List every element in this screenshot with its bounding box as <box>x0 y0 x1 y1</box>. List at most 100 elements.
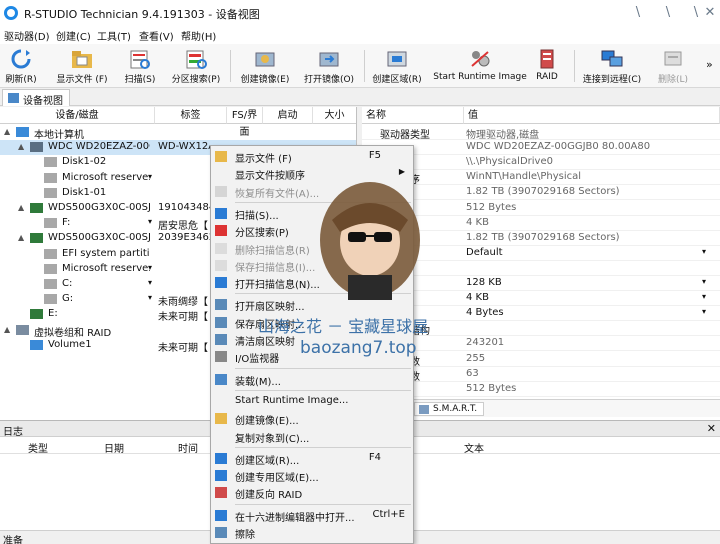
context-menu-item[interactable]: 保存扫描信息(I)... <box>211 257 413 274</box>
dropdown-arrow-icon[interactable]: ▾ <box>702 307 706 316</box>
expand-toggle-icon[interactable]: ▲ <box>18 142 24 151</box>
tree-row-label: 1910434848 <box>158 202 210 213</box>
tree-row[interactable]: ▲ 本地计算机 <box>0 125 356 141</box>
menu-help[interactable]: 帮助(H) <box>181 28 216 43</box>
delete-button[interactable]: 删除(L) <box>654 46 692 86</box>
context-menu-item[interactable]: 创建区域(R)... F4 <box>211 450 413 467</box>
context-menu-item[interactable]: 创建镜像(E)... <box>211 410 413 427</box>
property-value: 1.82 TB (3907029168 Sectors) <box>466 231 620 243</box>
property-row: 对象\\.\PhysicalDrive0 <box>362 155 720 171</box>
context-menu-label: 在十六进制编辑器中打开... <box>235 512 355 524</box>
create-region-button[interactable]: 创建区域(R) <box>368 46 426 86</box>
scan-button[interactable]: 扫描(S) <box>120 46 160 86</box>
erase-icon <box>215 527 227 538</box>
column-header-fs[interactable]: FS/界面 <box>227 107 263 138</box>
property-value[interactable]: Default <box>466 247 503 258</box>
property-value: 63 <box>466 367 479 379</box>
context-menu-item[interactable]: 复制对象到(C)... <box>211 428 413 445</box>
tree-row-name: C: <box>62 278 73 289</box>
connect-remote-button[interactable]: 连接到远程(C) <box>580 46 644 86</box>
dropdown-arrow-icon[interactable]: ▾ <box>148 172 152 181</box>
context-menu-item[interactable]: 打开扇区映射... <box>211 296 413 313</box>
context-menu-item[interactable]: 恢复所有文件(A)... <box>211 183 413 200</box>
raid-button[interactable]: RAID <box>532 46 562 86</box>
toolbar-overflow-button[interactable]: » <box>706 58 713 71</box>
column-header-device[interactable]: 设备/磁盘 <box>0 107 155 124</box>
column-header-name[interactable]: 名称 <box>362 107 464 124</box>
computer-icon <box>16 127 29 137</box>
dropdown-arrow-icon[interactable]: ▾ <box>702 277 706 286</box>
partition-search-button[interactable]: 分区搜索(P) <box>168 46 224 86</box>
close-button[interactable]: ✕ <box>700 4 720 22</box>
context-menu-label: 显示文件按顺序 <box>235 171 305 183</box>
column-header-size[interactable]: 大小 <box>313 107 356 124</box>
context-menu-item[interactable]: 显示文件 (F) F5 <box>211 148 413 165</box>
property-row: WDC WD20EZAZ-00GGJB0 80.00A80 <box>362 140 720 156</box>
menu-tools[interactable]: 工具(T) <box>97 28 131 43</box>
region-icon <box>387 51 407 67</box>
context-menu-item[interactable]: 打开扫描信息(N)... <box>211 274 413 291</box>
dropdown-arrow-icon[interactable]: ▾ <box>148 217 152 226</box>
dropdown-arrow-icon[interactable]: ▾ <box>702 247 706 256</box>
log-close-button[interactable]: ✕ <box>707 422 716 435</box>
part-icon <box>44 263 57 274</box>
tab-smart[interactable]: S.M.A.R.T. <box>414 402 485 416</box>
log-column-text[interactable]: 文本 <box>464 440 484 455</box>
context-menu-item[interactable]: 显示文件按顺序 ▶ <box>211 165 413 182</box>
context-menu-item[interactable]: 创建反向 RAID <box>211 484 413 501</box>
tab-device-view[interactable]: 设备视图 <box>2 89 70 107</box>
context-menu-item[interactable]: 装载(M)... <box>211 371 413 388</box>
menu-create[interactable]: 创建(C) <box>56 28 91 43</box>
property-value: 512 Bytes <box>466 382 517 394</box>
context-menu-item[interactable]: 扫描(S)... <box>211 205 413 222</box>
context-menu-item[interactable]: 擦除 <box>211 524 413 541</box>
minimize-button[interactable]: \ <box>628 4 648 22</box>
context-menu-item[interactable]: Start Runtime Image... <box>211 393 413 410</box>
log-column-type[interactable]: 类型 <box>28 440 48 455</box>
open-image-button[interactable]: 打开镜像(O) <box>300 46 358 86</box>
dropdown-arrow-icon[interactable]: ▾ <box>148 263 152 272</box>
context-menu-item[interactable]: 在十六进制编辑器中打开... Ctrl+E <box>211 507 413 524</box>
io-icon <box>215 351 227 363</box>
expand-toggle-icon[interactable]: ▲ <box>18 203 24 212</box>
property-value: WinNT\Handle\Physical <box>466 171 582 183</box>
start-runtime-image-button[interactable]: Start Runtime Image <box>432 46 528 86</box>
window-title: R-STUDIO Technician 9.4.191303 - 设备视图 <box>24 8 260 21</box>
tree-row-name: Disk1-01 <box>62 186 107 198</box>
context-menu-label: 打开扇区映射... <box>235 302 305 314</box>
restore-button[interactable]: \ <box>658 4 678 22</box>
part-icon <box>44 279 57 289</box>
dropdown-arrow-icon[interactable]: ▾ <box>148 278 152 287</box>
log-column-time[interactable]: 时间 <box>178 440 198 455</box>
log-column-date[interactable]: 日期 <box>104 440 124 455</box>
property-value: WDC WD20EZAZ-00GGJB0 80.00A80 <box>466 141 651 153</box>
column-header-label[interactable]: 标签 <box>155 107 227 124</box>
create-image-button[interactable]: 创建镜像(E) <box>236 46 294 86</box>
menu-view[interactable]: 查看(V) <box>139 28 174 43</box>
raid-icon <box>215 487 227 499</box>
context-menu-item[interactable]: 创建专用区域(E)... <box>211 467 413 484</box>
menu-drives[interactable]: 驱动器(D) <box>4 28 50 43</box>
context-menu-item[interactable]: 分区搜索(P) <box>211 222 413 239</box>
region-icon <box>215 452 227 464</box>
dropdown-arrow-icon[interactable]: ▾ <box>702 292 706 301</box>
shortcut-text: F4 <box>368 451 381 463</box>
region-icon <box>215 470 227 482</box>
dropdown-arrow-icon[interactable]: ▾ <box>148 293 152 302</box>
refresh-button[interactable]: 刷新(R) <box>2 46 40 86</box>
expand-toggle-icon[interactable]: ▲ <box>18 233 24 242</box>
show-files-button[interactable]: 显示文件 (F) <box>50 46 114 86</box>
log-title: 日志 <box>3 427 23 438</box>
column-header-value[interactable]: 值 <box>464 107 720 124</box>
context-menu-label: 创建区域(R)... <box>235 455 300 467</box>
property-value[interactable]: 4 KB <box>466 292 489 303</box>
menu-separator <box>235 446 411 448</box>
context-menu-label: Start Runtime Image... <box>235 394 349 406</box>
expand-toggle-icon[interactable]: ▲ <box>4 325 10 334</box>
context-menu-item[interactable]: 删除扫描信息(R) <box>211 240 413 257</box>
property-value[interactable]: 4 Bytes <box>466 307 504 318</box>
expand-toggle-icon[interactable]: ▲ <box>4 127 10 136</box>
raid-icon <box>16 324 29 335</box>
property-value[interactable]: 128 KB <box>466 277 502 288</box>
column-header-boot[interactable]: 启动 <box>263 107 313 124</box>
